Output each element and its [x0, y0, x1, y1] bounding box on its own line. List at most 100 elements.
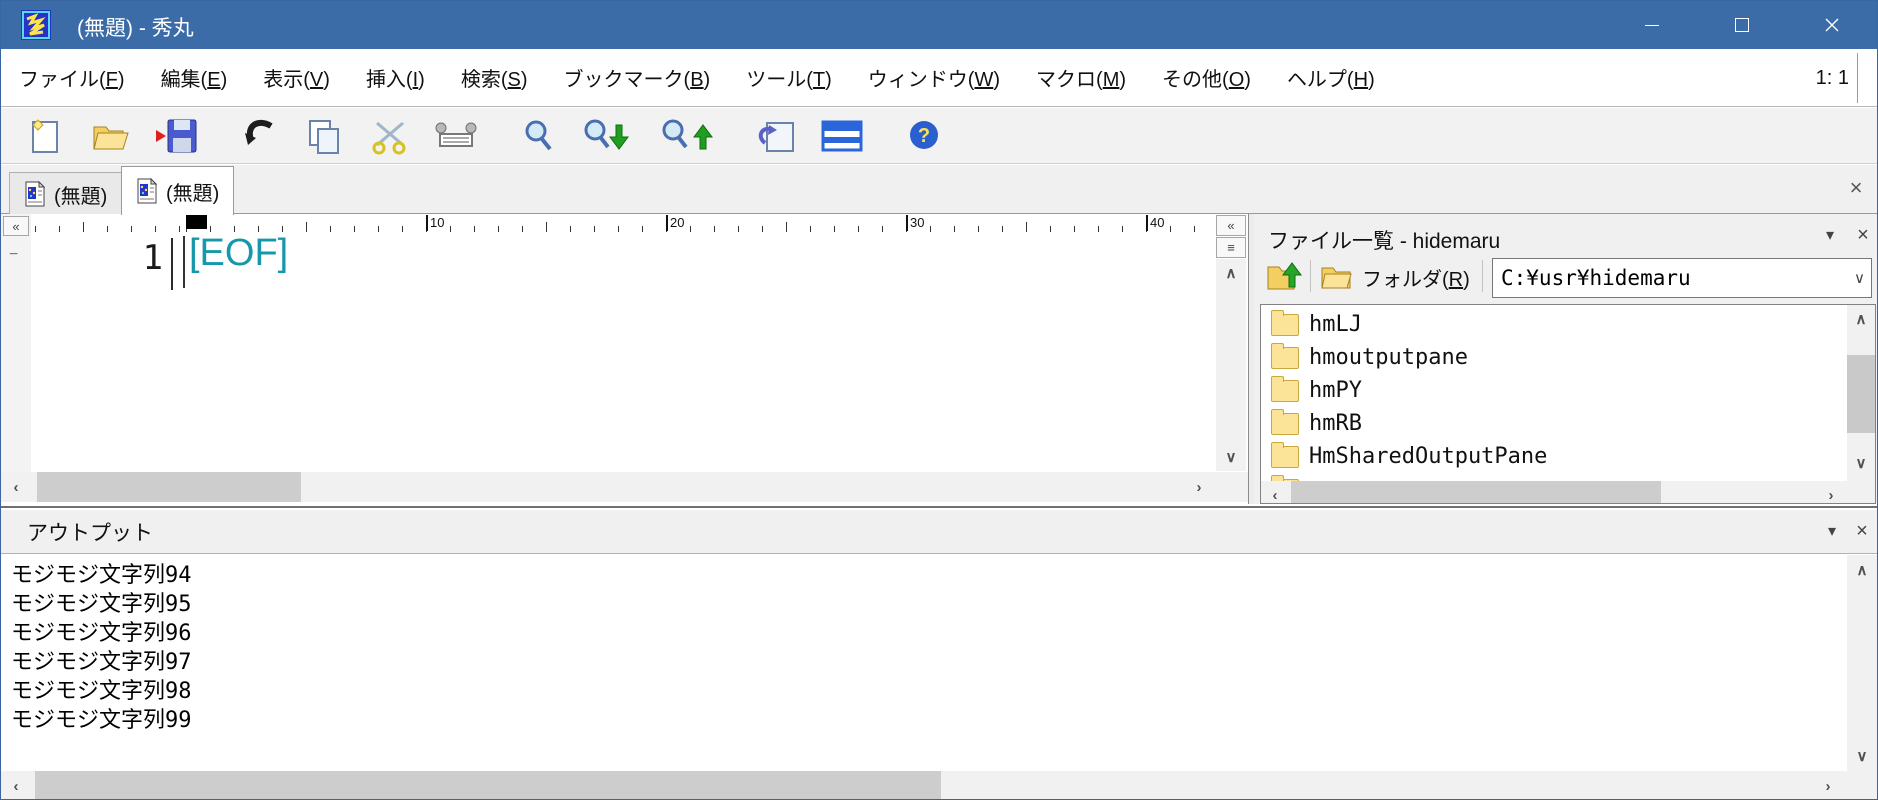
combo-dropdown-icon[interactable]: ∨ — [1854, 269, 1865, 287]
file-list-item[interactable]: hmoutputpane — [1261, 341, 1821, 374]
hidemaru-window: (無題) - 秀丸 ファイル(F) 編集(E) 表示(V) 挿入(I) 検索(S… — [0, 0, 1878, 800]
file-list-item[interactable]: HmSharedOutputPane — [1261, 440, 1821, 473]
menu-search[interactable]: 検索(S) — [443, 57, 546, 98]
editor-scroll-down-button[interactable]: ∨ — [1216, 443, 1246, 471]
menu-help[interactable]: ヘルプ(H) — [1269, 57, 1393, 98]
menu-tools[interactable]: ツール(T) — [728, 57, 850, 98]
replace-icon — [755, 117, 797, 155]
split-window-button[interactable] — [819, 114, 865, 158]
editor-scroll-left-button[interactable]: ‹ — [1, 472, 31, 502]
output-scroll-up-button[interactable]: ∧ — [1847, 555, 1877, 585]
replace-button[interactable] — [753, 114, 799, 158]
editor-horizontal-scrollbar[interactable]: ‹ › — [1, 472, 1214, 502]
file-list-item[interactable]: hmPY — [1261, 374, 1821, 407]
file-panel-title: ファイル一覧 - hidemaru — [1268, 225, 1500, 255]
paste-button[interactable] — [433, 114, 479, 158]
editor-scroll-up-button[interactable]: ∧ — [1216, 259, 1246, 287]
output-line: モジモジ文字列97 — [11, 648, 1847, 677]
ruler-number: 20 — [666, 215, 684, 231]
file-list-hscroll-thumb[interactable] — [1291, 481, 1661, 504]
output-vertical-scrollbar[interactable]: ∧ ∨ — [1847, 555, 1877, 771]
svg-text:?: ? — [918, 125, 930, 147]
cut-button[interactable] — [367, 114, 413, 158]
file-list-horizontal-scrollbar[interactable]: ‹ › — [1261, 481, 1847, 504]
folder-icon — [1271, 413, 1299, 435]
find-previous-icon — [660, 117, 716, 155]
tab-close-button[interactable]: × — [1841, 173, 1871, 203]
find-next-icon — [582, 117, 638, 155]
document-icon — [24, 181, 46, 207]
close-button[interactable] — [1787, 1, 1877, 49]
menu-edit[interactable]: 編集(E) — [143, 57, 246, 98]
text-caret — [183, 236, 185, 288]
file-listbox[interactable]: hmLJ hmoutputpane hmPY hmRB HmSharedOutp… — [1260, 304, 1876, 504]
output-hscroll-thumb[interactable] — [35, 771, 941, 800]
save-file-button[interactable] — [153, 114, 199, 158]
file-list-scroll-down-button[interactable]: ∨ — [1847, 449, 1875, 477]
tab-bar: (無題) (無題) × — [1, 165, 1877, 214]
folder-menu-button[interactable]: フォルダ(R) — [1320, 257, 1470, 297]
undo-icon — [238, 118, 278, 154]
undo-button[interactable] — [235, 114, 281, 158]
outline-list-button[interactable]: ≡ — [1216, 237, 1246, 258]
folder-up-button[interactable] — [1265, 257, 1303, 297]
document-icon — [136, 178, 158, 204]
new-file-button[interactable] — [21, 114, 67, 158]
editor-pane[interactable]: « − 10 20 30 40 1 [EOF] « ≡ ∧ ∨ ‹ › — [1, 214, 1248, 504]
output-scroll-down-button[interactable]: ∨ — [1847, 741, 1877, 771]
editor-scroll-right-button[interactable]: › — [1184, 472, 1214, 502]
file-panel-close-button[interactable]: × — [1850, 222, 1876, 248]
output-panel-close-button[interactable]: × — [1849, 518, 1875, 544]
file-list-scroll-right-button[interactable]: › — [1817, 481, 1845, 504]
menubar-divider — [1857, 53, 1858, 103]
find-next-button[interactable] — [581, 114, 639, 158]
output-panel: アウトプット ▾ × モジモジ文字列94 モジモジ文字列95 モジモジ文字列96… — [1, 506, 1877, 800]
line-number-divider — [171, 238, 173, 290]
ruler-collapse-right-button[interactable]: « — [1216, 215, 1246, 236]
menu-macro[interactable]: マクロ(M) — [1018, 57, 1144, 98]
find-previous-button[interactable] — [659, 114, 717, 158]
maximize-icon — [1735, 18, 1749, 32]
toolbar-divider — [1310, 260, 1311, 292]
ruler-collapse-left-button[interactable]: « — [3, 216, 29, 236]
menu-window[interactable]: ウィンドウ(W) — [850, 57, 1018, 98]
menu-insert[interactable]: 挿入(I) — [348, 57, 443, 98]
copy-button[interactable] — [301, 114, 347, 158]
editor-vertical-scrollbar[interactable] — [1216, 287, 1246, 443]
file-list-scroll-up-button[interactable]: ∧ — [1847, 305, 1875, 333]
help-button[interactable]: ? — [901, 114, 947, 158]
find-button[interactable] — [515, 114, 561, 158]
editor-hscroll-thumb[interactable] — [37, 472, 301, 502]
fold-marker[interactable]: − — [9, 246, 25, 262]
output-line: モジモジ文字列99 — [11, 706, 1847, 735]
file-list-item[interactable]: hmLJ — [1261, 308, 1821, 341]
new-file-icon — [25, 116, 63, 156]
output-panel-title: アウトプット — [27, 517, 153, 547]
file-panel-menu-button[interactable]: ▾ — [1817, 222, 1843, 248]
app-icon — [21, 10, 51, 40]
tab-untitled-2[interactable]: (無題) — [121, 166, 234, 215]
path-combobox[interactable]: C:¥usr¥hidemaru ∨ — [1492, 258, 1872, 298]
menu-bookmark[interactable]: ブックマーク(B) — [546, 57, 729, 98]
output-scroll-left-button[interactable]: ‹ — [1, 771, 31, 800]
maximize-button[interactable] — [1697, 1, 1787, 49]
file-list-vertical-scrollbar[interactable]: ∧ ∨ — [1847, 305, 1875, 477]
file-list-vscroll-thumb[interactable] — [1847, 355, 1875, 433]
eof-marker: [EOF] — [189, 232, 288, 275]
text-area[interactable]: 1 [EOF] — [31, 232, 1214, 472]
output-scroll-right-button[interactable]: › — [1813, 771, 1843, 800]
menu-view[interactable]: 表示(V) — [245, 57, 348, 98]
open-file-button[interactable] — [87, 114, 133, 158]
tab-untitled-1[interactable]: (無題) — [9, 172, 122, 215]
title-bar[interactable]: (無題) - 秀丸 — [1, 1, 1877, 49]
file-list-item[interactable]: hmRB — [1261, 407, 1821, 440]
output-horizontal-scrollbar[interactable]: ‹ › — [1, 771, 1847, 800]
output-panel-menu-button[interactable]: ▾ — [1819, 518, 1845, 544]
menu-other[interactable]: その他(O) — [1144, 57, 1269, 98]
output-line: モジモジ文字列94 — [11, 561, 1847, 590]
ruler-number: 30 — [906, 215, 924, 231]
minimize-button[interactable] — [1607, 1, 1697, 49]
menu-file[interactable]: ファイル(F) — [1, 57, 143, 98]
file-list-scroll-left-button[interactable]: ‹ — [1261, 481, 1289, 504]
output-content[interactable]: モジモジ文字列94 モジモジ文字列95 モジモジ文字列96 モジモジ文字列97 … — [1, 555, 1847, 771]
